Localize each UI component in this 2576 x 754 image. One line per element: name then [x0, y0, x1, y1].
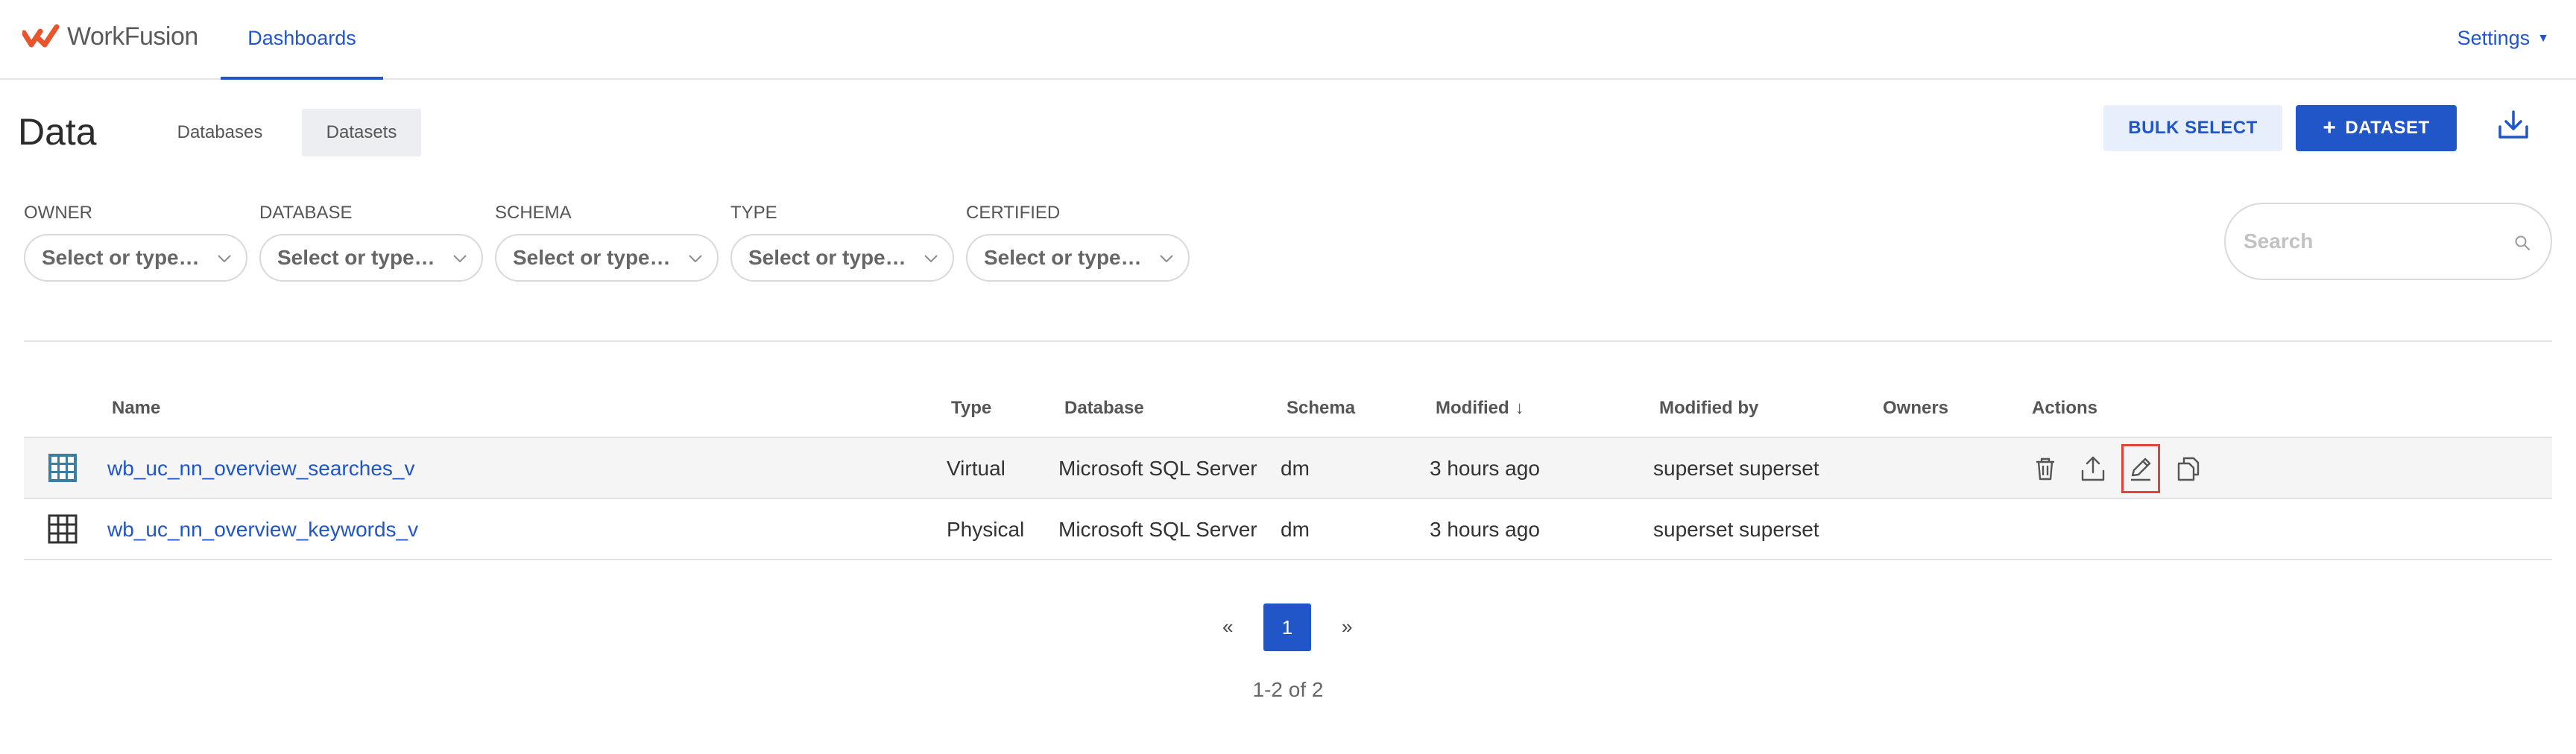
section-divider	[24, 340, 2552, 342]
chevron-down-icon	[453, 255, 467, 263]
dataset-type: Physical	[947, 518, 1025, 541]
page-title: Data	[18, 111, 97, 153]
chevron-down-icon	[689, 255, 702, 263]
table-row: wb_uc_nn_overview_searches_v Virtual Mic…	[24, 438, 2552, 499]
brand-name: WorkFusion	[67, 22, 198, 51]
download-icon[interactable]	[2497, 109, 2530, 142]
search-input[interactable]	[2244, 229, 2490, 253]
subtab-datasets[interactable]: Datasets	[302, 109, 421, 156]
subtab-databases[interactable]: Databases	[155, 109, 285, 156]
bulk-select-button[interactable]: BULK SELECT	[2103, 105, 2282, 151]
chevron-down-icon	[218, 255, 231, 263]
certified-select-placeholder: Select or type…	[984, 246, 1142, 269]
chevron-down-icon	[924, 255, 938, 263]
dataset-name-link[interactable]: wb_uc_nn_overview_searches_v	[107, 438, 414, 499]
pagination-summary: 1-2 of 2	[1252, 678, 1324, 701]
owner-select-placeholder: Select or type…	[42, 246, 200, 269]
filter-database-label: DATABASE	[259, 203, 353, 223]
nav-tab-dashboards[interactable]: Dashboards	[221, 0, 383, 80]
dataset-name-link[interactable]: wb_uc_nn_overview_keywords_v	[107, 499, 418, 560]
chevron-down-icon	[1160, 255, 1173, 263]
row-actions	[2026, 438, 2217, 499]
column-header-modified-by[interactable]: Modified by	[1659, 398, 1758, 419]
workfusion-logo-mark-icon	[22, 24, 60, 48]
pagination-next[interactable]: »	[1342, 615, 1352, 639]
pagination-page-current[interactable]: 1	[1263, 603, 1311, 651]
type-select-placeholder: Select or type…	[748, 246, 906, 269]
dataset-database: Microsoft SQL Server	[1058, 457, 1257, 480]
search-box[interactable]	[2224, 203, 2552, 280]
column-header-database[interactable]: Database	[1064, 398, 1144, 419]
delete-icon[interactable]	[2026, 449, 2065, 488]
dataset-modified: 3 hours ago	[1430, 457, 1540, 480]
filter-schema-label: SCHEMA	[495, 203, 572, 223]
column-header-name[interactable]: Name	[112, 398, 160, 419]
database-select[interactable]: Select or type…	[259, 234, 483, 282]
filter-certified-label: CERTIFIED	[966, 203, 1061, 223]
table-header: Name Type Database Schema Modified ↓ Mod…	[24, 380, 2552, 438]
duplicate-icon[interactable]	[2169, 449, 2208, 488]
dataset-schema: dm	[1281, 457, 1310, 480]
sort-descending-icon: ↓	[1515, 398, 1524, 418]
column-header-modified-label: Modified	[1436, 398, 1509, 418]
settings-label: Settings	[2457, 27, 2531, 49]
certified-select[interactable]: Select or type…	[966, 234, 1190, 282]
filter-schema: SCHEMA Select or type…	[495, 203, 719, 282]
top-navigation: WorkFusion Dashboards Settings ▼	[0, 0, 2576, 80]
pagination: « 1 »	[0, 603, 2576, 651]
database-select-placeholder: Select or type…	[277, 246, 435, 269]
column-header-owners[interactable]: Owners	[1883, 398, 1948, 419]
physical-dataset-icon	[48, 514, 78, 544]
type-select[interactable]: Select or type…	[730, 234, 954, 282]
schema-select-placeholder: Select or type…	[513, 246, 671, 269]
owner-select[interactable]: Select or type…	[24, 234, 247, 282]
column-header-schema[interactable]: Schema	[1287, 398, 1355, 419]
column-header-modified[interactable]: Modified ↓	[1436, 398, 1524, 419]
filter-type-label: TYPE	[730, 203, 777, 223]
workfusion-logo[interactable]: WorkFusion	[22, 19, 198, 54]
filter-type: TYPE Select or type…	[730, 203, 954, 282]
filter-owner-label: OWNER	[24, 203, 92, 223]
edit-icon[interactable]	[2121, 444, 2160, 493]
datasets-table: Name Type Database Schema Modified ↓ Mod…	[24, 380, 2552, 560]
column-header-actions: Actions	[2032, 398, 2098, 418]
add-dataset-button[interactable]: + DATASET	[2296, 105, 2457, 151]
schema-select[interactable]: Select or type…	[495, 234, 719, 282]
table-row: wb_uc_nn_overview_keywords_v Physical Mi…	[24, 499, 2552, 560]
virtual-dataset-icon	[48, 454, 77, 482]
dataset-type: Virtual	[947, 457, 1006, 480]
export-icon[interactable]	[2074, 449, 2112, 488]
dataset-database: Microsoft SQL Server	[1058, 518, 1257, 541]
add-dataset-label: DATASET	[2345, 118, 2430, 138]
settings-menu[interactable]: Settings ▼	[2457, 27, 2549, 50]
filter-owner: OWNER Select or type…	[24, 203, 247, 282]
dataset-schema: dm	[1281, 518, 1310, 541]
plus-icon: +	[2323, 115, 2337, 140]
filter-database: DATABASE Select or type…	[259, 203, 483, 282]
search-icon[interactable]	[2513, 234, 2531, 252]
filter-certified: CERTIFIED Select or type…	[966, 203, 1190, 282]
caret-down-icon: ▼	[2537, 31, 2549, 45]
pagination-prev[interactable]: «	[1222, 615, 1233, 639]
dataset-modified: 3 hours ago	[1430, 518, 1540, 541]
dataset-modified-by: superset superset	[1653, 457, 1819, 480]
column-header-type[interactable]: Type	[951, 398, 991, 419]
dataset-modified-by: superset superset	[1653, 518, 1819, 541]
